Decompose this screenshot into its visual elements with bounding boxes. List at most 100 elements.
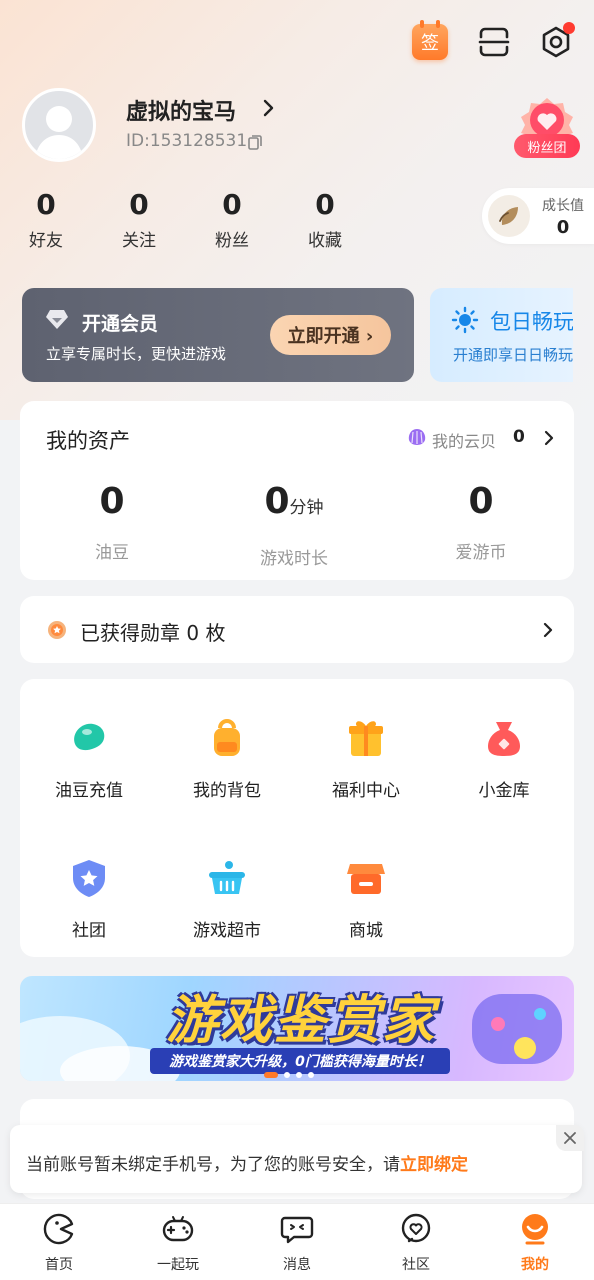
tab-messages[interactable]: 消息	[252, 1212, 342, 1274]
stat-value: 0	[129, 188, 149, 221]
backpack-icon	[214, 719, 240, 756]
stat-favorites[interactable]: 0 收藏	[297, 188, 353, 251]
basket-icon	[209, 861, 245, 894]
asset-value: 0	[468, 481, 494, 522]
chevron-right-icon[interactable]	[538, 620, 558, 640]
stat-value: 0	[36, 188, 56, 221]
stat-friends[interactable]: 0 好友	[18, 188, 74, 251]
close-notice-button[interactable]	[556, 1125, 584, 1151]
asset-value: 0	[264, 481, 290, 522]
service-label: 小金库	[478, 781, 530, 801]
assets-title: 我的资产	[46, 429, 130, 453]
home-icon	[43, 1213, 74, 1245]
shell-icon	[408, 429, 426, 445]
service-welfare-center[interactable]: 福利中心	[306, 714, 426, 801]
growth-value-pill[interactable]: 成长值 0	[482, 188, 594, 244]
scan-icon	[478, 27, 510, 57]
banner-dot-active	[264, 1072, 278, 1078]
bind-now-link[interactable]: 立即绑定	[400, 1155, 468, 1175]
tab-label: 社区	[402, 1257, 430, 1273]
asset-game-time[interactable]: 0分钟 游戏时长	[252, 481, 336, 570]
banner-dot	[296, 1072, 302, 1078]
stat-label: 关注	[122, 231, 156, 251]
service-label: 游戏超市	[193, 921, 261, 941]
club-shield-icon	[73, 860, 105, 897]
service-label: 我的背包	[193, 781, 261, 801]
daily-pass-title: 包日畅玩	[490, 310, 573, 334]
service-backpack[interactable]: 我的背包	[167, 714, 287, 801]
stat-value: 0	[315, 188, 335, 221]
medal-icon	[48, 621, 66, 639]
diamond-heart-icon	[46, 310, 68, 329]
asset-label: 游戏时长	[260, 549, 328, 569]
service-oil-bean-recharge[interactable]: 油豆充值	[29, 714, 149, 801]
bind-phone-notice-text: 当前账号暂未绑定手机号，为了您的账号安全，请立即绑定	[26, 1150, 468, 1175]
gamepad-icon	[162, 1216, 194, 1242]
service-label: 社团	[72, 921, 106, 941]
stat-label: 粉丝	[215, 231, 249, 251]
tab-label: 首页	[45, 1257, 73, 1273]
stat-value: 0	[222, 188, 242, 221]
service-label: 福利中心	[332, 781, 400, 801]
scan-button[interactable]	[472, 20, 516, 64]
open-vip-button[interactable]: 立即开通 ›	[270, 315, 391, 355]
asset-label: 油豆	[95, 543, 129, 563]
banner-title: 游戏鉴赏家	[165, 991, 436, 1051]
gift-icon	[349, 721, 383, 756]
close-icon	[564, 1132, 576, 1144]
notice-message: 当前账号暂未绑定手机号，为了您的账号安全，请	[26, 1155, 400, 1175]
vip-title: 开通会员	[82, 313, 159, 335]
asset-value: 0	[99, 481, 125, 522]
cloud-shell-label[interactable]: 我的云贝	[432, 428, 496, 452]
sign-in-button[interactable]: 签	[408, 20, 452, 64]
banner-subtitle: 游戏鉴赏家大升级，0门槛获得海量时长！	[150, 1048, 450, 1074]
avatar[interactable]	[22, 88, 96, 162]
medals-text: 已获得勋章 0 枚	[80, 621, 226, 645]
cloud-shell-value[interactable]: 0	[513, 427, 525, 447]
banner-dot	[308, 1072, 314, 1078]
chevron-right-icon[interactable]	[539, 428, 559, 448]
tab-play-together[interactable]: 一起玩	[133, 1212, 223, 1274]
growth-value: 0	[556, 216, 570, 238]
username[interactable]: 虚拟的宝马	[126, 94, 236, 126]
service-label: 油豆充值	[55, 781, 123, 801]
fan-group-label[interactable]: 粉丝团	[514, 134, 580, 158]
stat-fans[interactable]: 0 粉丝	[204, 188, 260, 251]
tab-label: 我的	[521, 1257, 549, 1273]
service-label: 商城	[349, 921, 383, 941]
user-id: ID:153128531	[126, 131, 248, 151]
tab-me[interactable]: 我的	[490, 1212, 580, 1274]
chevron-right-icon[interactable]	[256, 96, 280, 120]
sign-in-icon: 签	[412, 20, 448, 60]
leaf-icon	[488, 195, 530, 237]
vip-subtitle: 立享专属时长，更快进游戏	[46, 345, 227, 363]
sun-icon	[451, 306, 479, 334]
message-icon	[280, 1216, 314, 1244]
stat-label: 收藏	[308, 231, 342, 251]
stat-label: 好友	[29, 231, 63, 251]
stat-following[interactable]: 0 关注	[111, 188, 167, 251]
copy-icon[interactable]	[246, 133, 264, 151]
profile-icon	[522, 1214, 548, 1245]
banner-dot	[284, 1072, 290, 1078]
service-club[interactable]: 社团	[29, 854, 149, 941]
money-bag-icon	[488, 722, 520, 756]
asset-oil-beans[interactable]: 0 油豆	[82, 481, 142, 564]
bean-icon	[74, 723, 105, 751]
asset-ai-coins[interactable]: 0 爱游币	[446, 481, 516, 564]
tab-label: 消息	[283, 1257, 311, 1273]
service-small-vault[interactable]: 小金库	[444, 714, 564, 801]
tab-label: 一起玩	[157, 1257, 199, 1273]
service-game-market[interactable]: 游戏超市	[167, 854, 287, 941]
banner-pagination	[264, 1072, 314, 1078]
growth-label: 成长值	[542, 197, 584, 214]
notification-dot	[563, 22, 575, 34]
store-icon	[347, 864, 385, 894]
tab-home[interactable]: 首页	[14, 1212, 104, 1274]
tab-community[interactable]: 社区	[371, 1212, 461, 1274]
daily-pass-subtitle: 开通即享日日畅玩	[453, 346, 573, 364]
service-mall[interactable]: 商城	[306, 854, 426, 941]
asset-label: 爱游币	[455, 543, 507, 563]
asset-unit: 分钟	[289, 498, 324, 518]
community-icon	[401, 1213, 431, 1243]
